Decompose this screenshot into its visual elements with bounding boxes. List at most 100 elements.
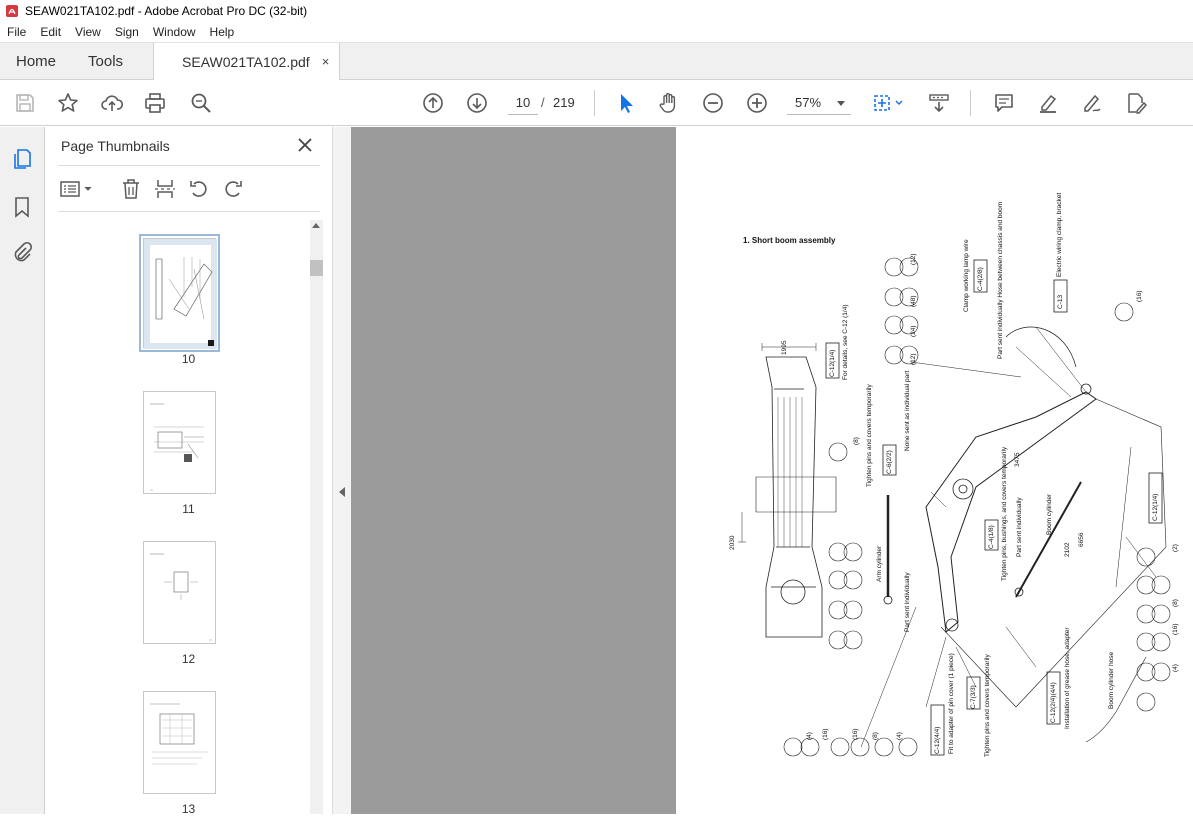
label-boom-cylinder-hose: Boom cylinder hose	[1108, 651, 1115, 709]
label-ref-c13: C-13	[1057, 294, 1064, 309]
label-none-sent: None sent as individual part	[904, 370, 911, 451]
label-qty: (4)	[1172, 664, 1179, 672]
close-icon[interactable]	[295, 135, 315, 155]
zoom-in-icon[interactable]	[745, 91, 769, 115]
label-qty: (16)	[822, 728, 829, 740]
label-ref-c4-2: C-4(2/8)	[977, 267, 984, 291]
pdf-page: 1. Short boom assembly Clamp working lam…	[676, 127, 1193, 814]
label-part-sent-hose: Part sent individually Hose between chas…	[997, 201, 1004, 359]
pane-divider	[58, 211, 320, 212]
zoom-select[interactable]: 57%	[787, 91, 851, 115]
fill-sign-icon[interactable]	[1080, 91, 1104, 115]
label-qty: (16)	[852, 728, 859, 740]
tab-tools[interactable]: Tools	[72, 43, 139, 79]
upload-icon[interactable]	[100, 91, 124, 115]
label-electric-wiring: Electric wiring clamp, bracket	[1056, 192, 1063, 277]
page-up-icon[interactable]	[421, 91, 445, 115]
label-ref-c12-1-4b: C-12(1/4)	[1152, 493, 1159, 521]
label-dim-1995: 1995	[781, 340, 788, 355]
label-qty: (4)	[806, 732, 813, 740]
pane-collapse-bar[interactable]	[332, 127, 351, 814]
thumbnail-label: 10	[181, 352, 196, 366]
menu-view[interactable]: View	[68, 22, 108, 42]
close-tab-icon[interactable]: ×	[322, 54, 330, 69]
label-tighten-pins: Tighten pins and covers temporarily	[866, 384, 873, 487]
label-ref-c12-1-4: C-12(1/4)	[829, 349, 836, 377]
thumbnails-pane: Page Thumbnails 10 11 12 13	[45, 127, 332, 816]
menu-bar: File Edit View Sign Window Help	[0, 22, 1193, 43]
menu-edit[interactable]: Edit	[33, 22, 68, 42]
collapse-arrow-icon[interactable]	[339, 487, 345, 497]
delete-page-icon[interactable]	[119, 177, 143, 201]
zoom-value: 57%	[795, 95, 822, 110]
bookmark-icon[interactable]	[10, 195, 34, 219]
toolbar-divider	[594, 90, 595, 116]
select-arrow-icon[interactable]	[614, 91, 638, 115]
page-down-icon[interactable]	[465, 91, 489, 115]
tab-home[interactable]: Home	[0, 43, 72, 79]
label-fit-adapter: Fit to adapter of pin cover (1 piece)	[948, 653, 955, 754]
chevron-down-icon	[837, 101, 845, 106]
scrollbar-thumb[interactable]	[310, 260, 323, 276]
label-qty: (8)	[853, 437, 860, 445]
menu-sign[interactable]: Sign	[108, 22, 146, 42]
thumbnail-options-icon[interactable]	[59, 177, 95, 201]
page-thumbnail-11[interactable]	[143, 391, 216, 494]
acrobat-app-icon	[6, 5, 18, 17]
page-thumbnail-12[interactable]	[143, 541, 216, 644]
label-for-details: For details, see C-12 (1/4)	[842, 304, 849, 380]
document-viewport[interactable]: 1. Short boom assembly Clamp working lam…	[351, 127, 1193, 814]
left-nav-rail	[0, 127, 45, 814]
thumbnail-label: 12	[181, 652, 196, 666]
page-separator: /	[541, 95, 545, 110]
label-ref-c4-1: C-4(1/8)	[988, 525, 995, 549]
menu-help[interactable]: Help	[203, 22, 242, 42]
label-qty: (24)	[910, 325, 917, 337]
comment-icon[interactable]	[992, 91, 1016, 115]
bookmark-star-icon[interactable]	[56, 91, 80, 115]
thumbnail-label: 11	[182, 502, 195, 516]
menu-file[interactable]: File	[0, 22, 33, 42]
print-icon[interactable]	[143, 91, 167, 115]
label-tighten-pins3: Tighten pins and covers temporarily	[984, 654, 991, 757]
rotate-left-icon[interactable]	[187, 177, 211, 201]
label-qty: (8)	[872, 732, 879, 740]
label-qty: (8)	[1172, 599, 1179, 607]
extract-page-icon[interactable]	[153, 177, 177, 201]
edit-pdf-icon[interactable]	[1124, 91, 1148, 115]
menu-window[interactable]: Window	[146, 22, 203, 42]
title-bar: SEAW021TA102.pdf - Adobe Acrobat Pro DC …	[0, 0, 1193, 22]
label-arm-cylinder: Arm cylinder	[876, 545, 883, 582]
zoom-out-icon[interactable]	[701, 91, 725, 115]
label-ref-c12-2-4: C-12(2/4)(4/4)	[1050, 682, 1057, 723]
label-qty: (48)	[910, 295, 917, 307]
boom-assembly-drawing	[738, 257, 1171, 757]
label-qty: (16)	[1136, 290, 1143, 302]
rotate-right-icon[interactable]	[221, 177, 245, 201]
document-tab-label: SEAW021TA102.pdf	[182, 53, 310, 70]
thumbnails-scrollbar[interactable]	[310, 220, 323, 814]
hand-icon[interactable]	[657, 91, 681, 115]
page-total: 219	[553, 95, 575, 110]
page-thumbnails-icon[interactable]	[10, 147, 34, 171]
tab-document[interactable]: SEAW021TA102.pdf ×	[153, 43, 341, 80]
attachment-icon[interactable]	[10, 240, 34, 264]
label-clamp-working: Clamp working lamp wire	[963, 239, 970, 312]
scroll-up-icon[interactable]	[312, 223, 320, 228]
window-title: SEAW021TA102.pdf - Adobe Acrobat Pro DC …	[25, 4, 308, 18]
pane-divider	[58, 165, 320, 166]
marquee-icon[interactable]	[872, 91, 906, 115]
pane-title: Page Thumbnails	[61, 138, 170, 154]
search-zoom-icon[interactable]	[189, 91, 213, 115]
label-qty: (16)	[1172, 623, 1179, 635]
scroll-mode-icon[interactable]	[927, 91, 951, 115]
page-thumbnail-13[interactable]	[143, 691, 216, 794]
page-number-input[interactable]: 10	[508, 91, 538, 115]
label-dim-6656: 6656	[1078, 532, 1085, 547]
label-part-sent-ind2: Part sent individually	[1016, 497, 1023, 557]
label-dim-2102: 2102	[1064, 542, 1071, 557]
page-thumbnail-10[interactable]	[139, 234, 220, 352]
highlight-icon[interactable]	[1036, 91, 1060, 115]
label-qty: (2)	[1172, 544, 1179, 552]
save-icon[interactable]	[13, 91, 37, 115]
